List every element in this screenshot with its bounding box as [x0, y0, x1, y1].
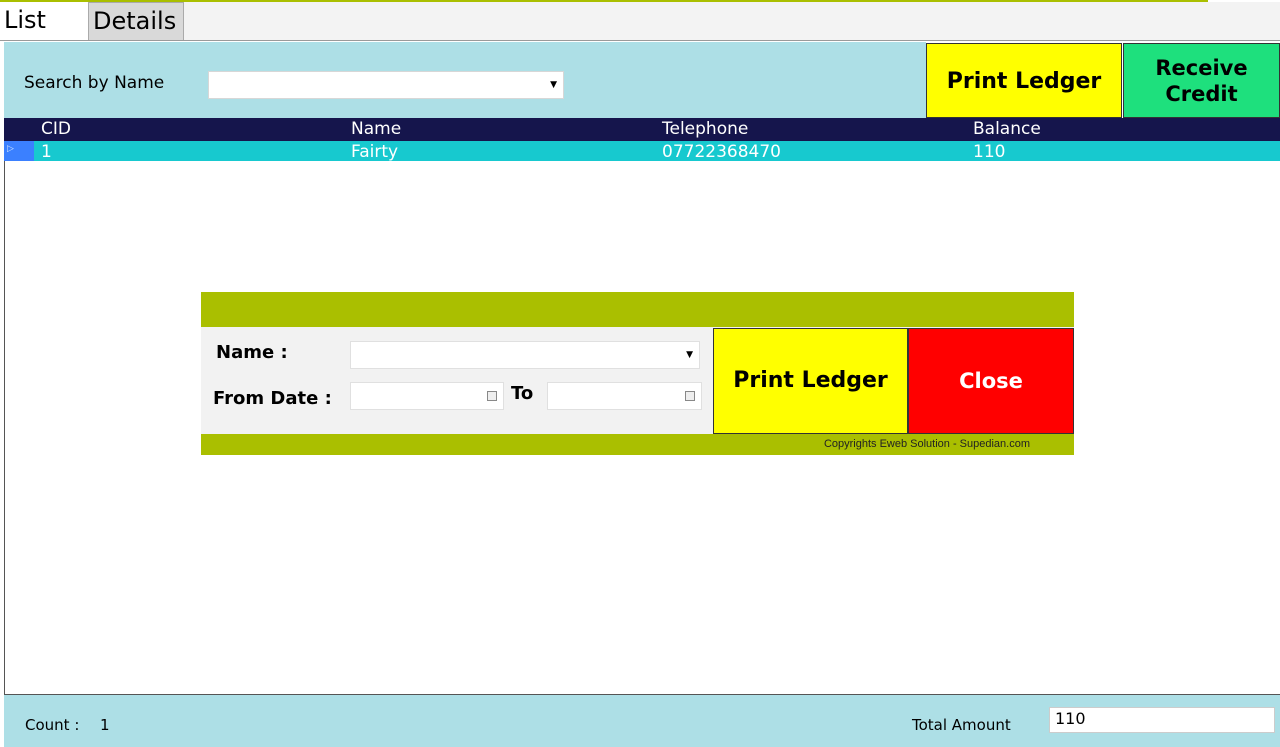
- dialog-close-button[interactable]: Close: [908, 328, 1074, 434]
- print-ledger-dialog: Name : ▼ From Date : To Print Ledger Clo…: [201, 292, 1074, 455]
- tab-details[interactable]: Details: [88, 2, 184, 40]
- row-pointer-icon: ▷: [7, 144, 14, 154]
- total-amount-field[interactable]: 110: [1049, 707, 1275, 733]
- print-ledger-button[interactable]: Print Ledger: [926, 43, 1122, 118]
- calendar-icon[interactable]: [487, 391, 497, 401]
- cell-telephone: 07722368470: [662, 142, 781, 161]
- count-value: 1: [100, 716, 110, 734]
- total-amount-label: Total Amount: [912, 716, 1011, 734]
- table-row[interactable]: ▷ 1 Fairty 07722368470 110: [4, 141, 1280, 161]
- grid-header: CID Name Telephone Balance: [4, 118, 1280, 141]
- column-header-name[interactable]: Name: [351, 118, 401, 141]
- search-label: Search by Name: [24, 73, 165, 93]
- chevron-down-icon: ▼: [686, 350, 693, 360]
- column-header-telephone[interactable]: Telephone: [662, 118, 748, 141]
- from-date-label: From Date :: [213, 388, 332, 409]
- name-dropdown[interactable]: ▼: [350, 341, 700, 369]
- to-date-label: To: [511, 383, 534, 404]
- to-date-picker[interactable]: [547, 382, 702, 410]
- search-bar: Search by Name ▼: [4, 42, 926, 118]
- tab-bar: List Details: [0, 2, 1280, 41]
- cell-balance: 110: [973, 142, 1006, 161]
- dialog-footer-bar: Copyrights Eweb Solution - Supedian.com: [201, 434, 1074, 455]
- row-selector[interactable]: ▷: [4, 141, 34, 161]
- receive-credit-button[interactable]: Receive Credit: [1123, 43, 1280, 118]
- footer-bar: Count : 1 Total Amount 110: [4, 695, 1280, 747]
- count-label: Count :: [25, 716, 80, 734]
- column-header-balance[interactable]: Balance: [973, 118, 1041, 141]
- copyright-text: Copyrights Eweb Solution - Supedian.com: [823, 438, 1030, 450]
- column-header-cid[interactable]: CID: [41, 118, 71, 141]
- dialog-print-ledger-button[interactable]: Print Ledger: [713, 328, 908, 434]
- chevron-down-icon: ▼: [550, 80, 557, 90]
- dialog-header-bar: [201, 292, 1074, 327]
- cell-cid: 1: [41, 142, 52, 161]
- cell-name: Fairty: [351, 142, 399, 161]
- tab-list[interactable]: List: [0, 2, 88, 40]
- name-label: Name :: [216, 342, 288, 363]
- search-name-dropdown[interactable]: ▼: [208, 71, 564, 99]
- calendar-icon[interactable]: [685, 391, 695, 401]
- from-date-picker[interactable]: [350, 382, 504, 410]
